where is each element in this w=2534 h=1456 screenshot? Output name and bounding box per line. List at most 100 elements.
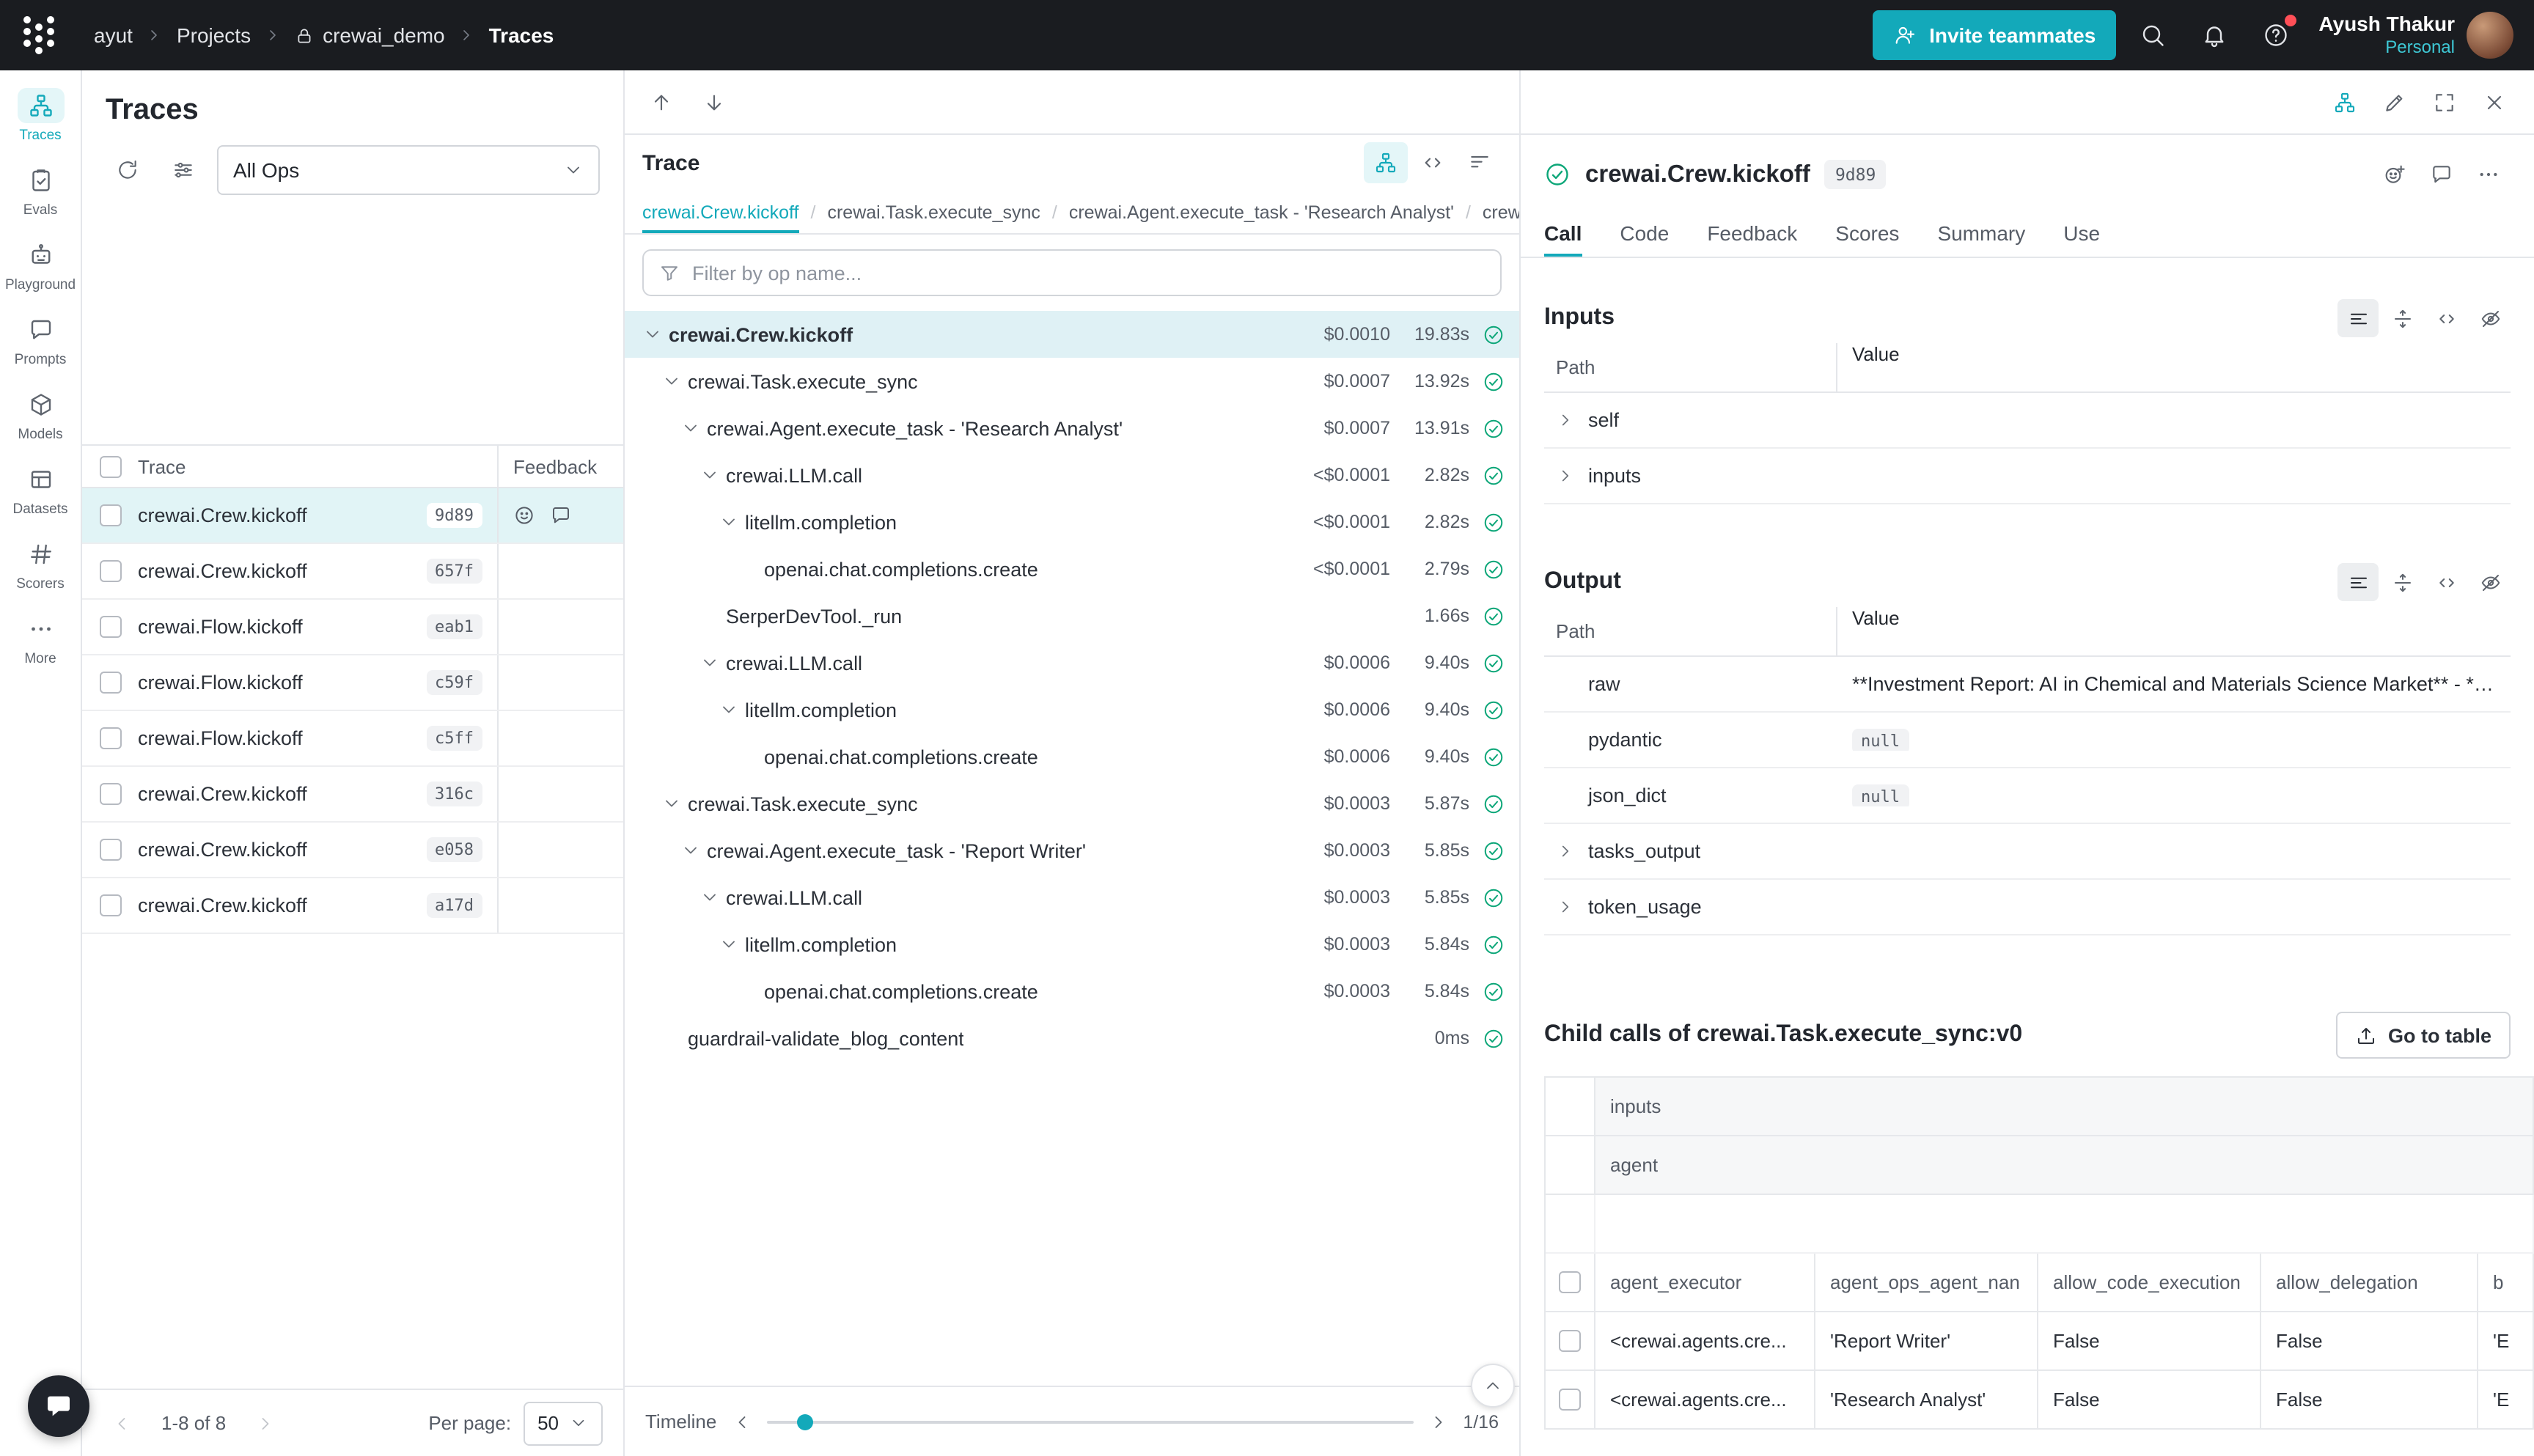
notifications-bell-icon[interactable]	[2189, 10, 2239, 60]
sidebar-item-traces[interactable]: Traces	[2, 88, 78, 144]
chevron-down-icon[interactable]	[661, 371, 688, 391]
hide-values-icon[interactable]	[2469, 563, 2511, 601]
go-to-table-button[interactable]: Go to table	[2335, 1012, 2511, 1059]
timeline-scrubber[interactable]	[766, 1420, 1413, 1423]
more-options-icon[interactable]	[2467, 154, 2511, 195]
column-header[interactable]: allow_delegation	[2261, 1254, 2478, 1312]
trace-tree-row[interactable]: crewai.Task.execute_sync $0.0007 13.92s	[625, 358, 1519, 405]
chevron-down-icon[interactable]	[642, 324, 669, 345]
output-row-tasks-output[interactable]: tasks_output	[1544, 824, 2511, 880]
chevron-right-icon[interactable]	[1556, 842, 1579, 861]
expand-rows-icon[interactable]	[2381, 563, 2423, 601]
chevron-down-icon[interactable]	[719, 934, 745, 955]
row-checkbox[interactable]	[99, 894, 121, 916]
op-filter-text[interactable]	[692, 262, 1485, 284]
trace-tree-row[interactable]: crewai.LLM.call $0.0006 9.40s	[625, 639, 1519, 686]
sidebar-item-evals[interactable]: Evals	[2, 163, 78, 218]
edit-icon[interactable]	[2373, 81, 2417, 122]
peek-tab[interactable]: crewai.Task.execute_sync	[827, 191, 1040, 233]
row-checkbox[interactable]	[1559, 1389, 1581, 1411]
trace-row[interactable]: crewai.Flow.kickoff c59f	[82, 655, 623, 711]
list-view-icon[interactable]	[2337, 299, 2379, 337]
sidebar-item-models[interactable]: Models	[2, 387, 78, 443]
trace-tree-row[interactable]: openai.chat.completions.create <$0.0001 …	[625, 545, 1519, 592]
trace-tree-row[interactable]: crewai.Crew.kickoff $0.0010 19.83s	[625, 311, 1519, 358]
hide-values-icon[interactable]	[2469, 299, 2511, 337]
breadcrumb-page[interactable]: Traces	[489, 23, 554, 47]
collapse-timeline-icon[interactable]	[1471, 1364, 1515, 1408]
expand-rows-icon[interactable]	[2381, 299, 2423, 337]
code-view-icon[interactable]	[2425, 563, 2467, 601]
comment-icon[interactable]	[2420, 154, 2464, 195]
sidebar-item-more[interactable]: More	[2, 611, 78, 667]
column-header[interactable]: agent_executor	[1595, 1254, 1815, 1312]
list-view-icon[interactable]	[2337, 563, 2379, 601]
invite-teammates-button[interactable]: Invite teammates	[1872, 10, 2116, 60]
trace-tree-row[interactable]: openai.chat.completions.create $0.0003 5…	[625, 968, 1519, 1015]
tab-use[interactable]: Use	[2063, 208, 2100, 257]
wandb-logo[interactable]	[0, 0, 76, 70]
trace-tree-row[interactable]: litellm.completion <$0.0001 2.82s	[625, 499, 1519, 545]
trace-tree-row[interactable]: crewai.Task.execute_sync $0.0003 5.87s	[625, 780, 1519, 827]
trace-row[interactable]: crewai.Crew.kickoff 657f	[82, 544, 623, 600]
chat-bubble-button[interactable]	[28, 1375, 89, 1437]
peek-tab[interactable]: crewai.Crew.kickoff	[642, 191, 799, 233]
chevron-right-icon[interactable]	[1556, 411, 1579, 430]
breadcrumb-org[interactable]: ayut	[94, 23, 133, 47]
sidebar-item-prompts[interactable]: Prompts	[2, 312, 78, 368]
trace-tree-row[interactable]: litellm.completion $0.0006 9.40s	[625, 686, 1519, 733]
next-page-icon[interactable]	[246, 1404, 284, 1442]
trace-tree-row[interactable]: crewai.Agent.execute_task - 'Research An…	[625, 405, 1519, 452]
column-header-feedback[interactable]: Feedback	[497, 446, 623, 487]
help-icon[interactable]	[2251, 10, 2301, 60]
cell-backstory[interactable]: 'E	[2478, 1371, 2534, 1430]
prev-page-icon[interactable]	[103, 1404, 141, 1442]
cell-allow-delegation[interactable]: False	[2261, 1371, 2478, 1430]
column-header[interactable]: allow_code_execution	[2038, 1254, 2261, 1312]
trace-tree-row[interactable]: litellm.completion $0.0003 5.84s	[625, 921, 1519, 968]
chevron-down-icon[interactable]	[699, 465, 726, 485]
cell-agent-name[interactable]: 'Research Analyst'	[1815, 1371, 2038, 1430]
trace-tree-row[interactable]: crewai.LLM.call <$0.0001 2.82s	[625, 452, 1519, 499]
comment-icon[interactable]	[550, 504, 572, 526]
op-filter-input[interactable]	[642, 249, 1502, 296]
account-menu[interactable]: Ayush Thakur Personal	[2318, 12, 2455, 59]
column-header[interactable]: agent_ops_agent_nan	[1815, 1254, 2038, 1312]
row-checkbox[interactable]	[99, 616, 121, 638]
sidebar-item-datasets[interactable]: Datasets	[2, 462, 78, 518]
cell-backstory[interactable]: 'E	[2478, 1312, 2534, 1371]
chevron-down-icon[interactable]	[680, 418, 707, 438]
timeline-handle[interactable]	[797, 1413, 813, 1430]
chevron-right-icon[interactable]	[1556, 466, 1579, 485]
trace-row[interactable]: crewai.Crew.kickoff 9d89	[82, 488, 623, 544]
tab-scores[interactable]: Scores	[1835, 208, 1899, 257]
chevron-down-icon[interactable]	[680, 840, 707, 861]
peek-tab[interactable]: crewai.LLM.cal	[1483, 191, 1519, 233]
flame-view-icon[interactable]	[1458, 142, 1502, 183]
cell-allow-delegation[interactable]: False	[2261, 1312, 2478, 1371]
row-checkbox[interactable]	[99, 672, 121, 694]
trace-tree-row[interactable]: crewai.Agent.execute_task - 'Report Writ…	[625, 827, 1519, 874]
filter-settings-icon[interactable]	[161, 150, 205, 191]
user-avatar[interactable]	[2467, 12, 2513, 59]
reaction-smiley-icon[interactable]	[513, 504, 535, 526]
trace-row[interactable]: crewai.Crew.kickoff a17d	[82, 878, 623, 934]
next-call-icon[interactable]	[692, 81, 736, 122]
tab-call[interactable]: Call	[1544, 208, 1582, 257]
close-icon[interactable]	[2472, 81, 2516, 122]
output-row-token-usage[interactable]: token_usage	[1544, 880, 2511, 935]
previous-call-icon[interactable]	[639, 81, 683, 122]
chevron-down-icon[interactable]	[661, 793, 688, 814]
search-icon[interactable]	[2128, 10, 2178, 60]
breadcrumb-projects[interactable]: Projects	[177, 23, 251, 47]
output-row-pydantic[interactable]: pydantic null	[1544, 713, 2511, 768]
per-page-select[interactable]: 50	[523, 1401, 603, 1445]
breadcrumb-project[interactable]: crewai_demo	[295, 23, 445, 47]
chevron-down-icon[interactable]	[719, 512, 745, 532]
timeline-next-icon[interactable]	[1428, 1411, 1448, 1432]
timeline-prev-icon[interactable]	[731, 1411, 752, 1432]
row-checkbox[interactable]	[99, 783, 121, 805]
select-all-checkbox[interactable]	[99, 455, 121, 477]
trace-tree-row[interactable]: SerperDevTool._run 1.66s	[625, 592, 1519, 639]
fullscreen-icon[interactable]	[2423, 81, 2467, 122]
